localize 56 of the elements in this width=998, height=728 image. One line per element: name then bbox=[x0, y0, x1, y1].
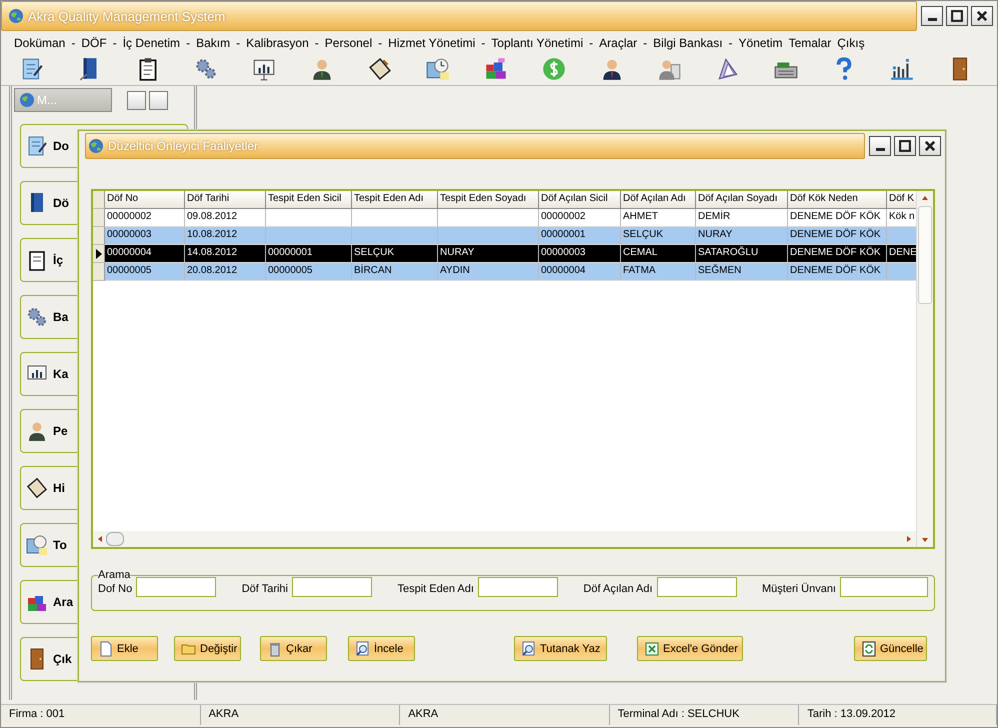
table-cell: DENEME DÖF KÖK bbox=[790, 247, 881, 258]
table-cell: NURAY bbox=[698, 229, 732, 240]
status-field: Firma : 001 bbox=[1, 705, 201, 725]
window-title: Akra Quality Management System bbox=[28, 8, 226, 24]
table-cell: 10.08.2012 bbox=[187, 229, 238, 240]
table-cell: SELÇUK bbox=[623, 229, 664, 240]
table-cell: 00000003 bbox=[541, 247, 586, 258]
status-field: AKRA bbox=[400, 705, 610, 725]
table-cell: FATMA bbox=[623, 265, 656, 276]
table-cell: BİRCAN bbox=[354, 265, 392, 276]
menu-separator: - bbox=[236, 36, 240, 50]
table-cell: 00000005 bbox=[268, 265, 312, 276]
field-label: Tespit Eden Adı bbox=[397, 583, 474, 595]
table-cell: 20.08.2012 bbox=[187, 265, 238, 276]
menu-separator: - bbox=[643, 36, 648, 50]
table-cell: DENEME DÖF KÖK bbox=[790, 265, 881, 276]
table-cell: 00000002 bbox=[107, 211, 152, 222]
table-cell: 14.08.2012 bbox=[187, 247, 238, 258]
menu-separator: - bbox=[314, 36, 319, 50]
menu-separator: - bbox=[378, 36, 382, 50]
table-cell: 00000003 bbox=[107, 229, 152, 240]
table-cell: SEĞMEN bbox=[698, 265, 742, 276]
dialog-title: Düzeltici Önleyici Faaliyetler bbox=[108, 139, 258, 153]
table-cell: 00000002 bbox=[541, 211, 586, 222]
table-cell: AHMET bbox=[623, 211, 658, 222]
table-cell: NURAY bbox=[440, 247, 474, 258]
menu-separator: - bbox=[728, 36, 733, 50]
menu-separator: - bbox=[71, 36, 76, 50]
table-cell: CEMAL bbox=[623, 247, 658, 258]
menu-separator: - bbox=[186, 36, 190, 50]
table-cell: SATAROĞLU bbox=[698, 247, 758, 258]
table-cell: DEMİR bbox=[698, 211, 730, 222]
menu-separator: - bbox=[112, 36, 117, 50]
table-cell: 00000001 bbox=[541, 229, 586, 240]
table-cell: 09.08.2012 bbox=[187, 211, 238, 222]
field-label: Döf Tarihi bbox=[242, 583, 288, 595]
table-cell: DENE bbox=[889, 247, 916, 258]
table-cell: DENEME DÖF KÖK bbox=[790, 211, 881, 222]
table-cell: 00000001 bbox=[268, 247, 312, 258]
table-cell: SELÇUK bbox=[354, 247, 394, 258]
table-cell: 00000004 bbox=[541, 265, 586, 276]
group-title: Arama bbox=[98, 569, 130, 581]
field-label: Döf Açılan Adı bbox=[583, 583, 653, 595]
table-cell: Kök n bbox=[889, 211, 915, 222]
status-field: AKRA bbox=[200, 705, 400, 725]
table-cell: 00000004 bbox=[107, 247, 152, 258]
menu-separator: - bbox=[481, 36, 486, 50]
field-label: Dof No bbox=[98, 583, 132, 595]
table-cell: DENEME DÖF KÖK bbox=[790, 229, 881, 240]
menu-separator: - bbox=[589, 36, 594, 50]
status-field: Terminal Adı : SELCHUK bbox=[610, 705, 800, 725]
table-cell: 00000005 bbox=[107, 265, 152, 276]
status-field: Tarih : 13.09.2012 bbox=[799, 705, 997, 725]
table-cell: AYDIN bbox=[440, 265, 470, 276]
panel-title: M... bbox=[37, 93, 57, 107]
field-label: Müşteri Ünvanı bbox=[762, 583, 836, 595]
